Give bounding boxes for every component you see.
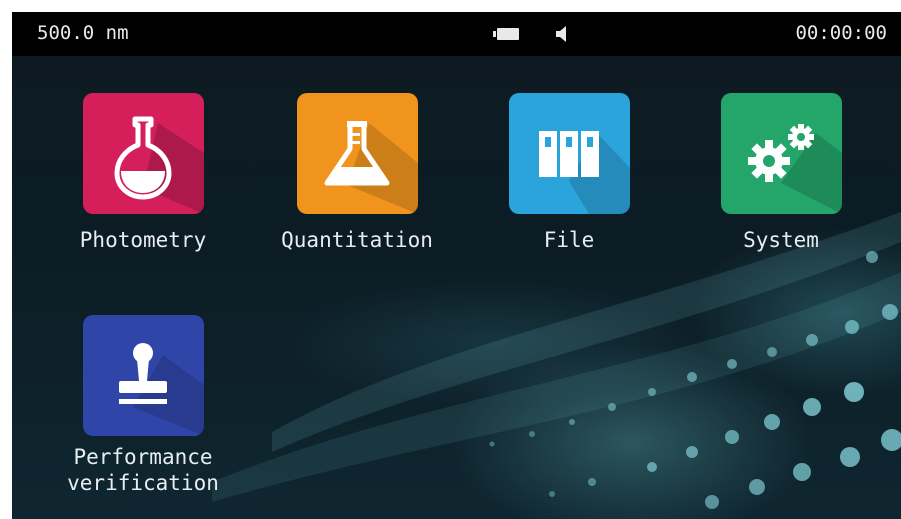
- performance-verification-tile[interactable]: [82, 315, 204, 436]
- app-label-line2: verification: [67, 471, 219, 495]
- app-performance-verification[interactable]: Performance verification: [53, 315, 233, 496]
- beaker-icon: [324, 121, 418, 214]
- app-label: System: [743, 228, 819, 252]
- photometry-tile[interactable]: [82, 93, 204, 214]
- home-screen: 500.0 nm 00:00:00 Photometry Quantitatio…: [12, 12, 901, 519]
- file-tile[interactable]: [508, 93, 630, 214]
- app-label: Performance verification: [53, 444, 233, 496]
- clock: 00:00:00: [795, 22, 887, 44]
- flask-icon: [114, 116, 204, 214]
- battery-icon: [493, 28, 519, 40]
- app-system[interactable]: System: [691, 93, 871, 254]
- app-label: Quantitation: [281, 228, 433, 252]
- app-label-line1: Performance: [73, 445, 213, 469]
- binders-icon: [538, 131, 630, 214]
- app-file[interactable]: File: [479, 93, 659, 254]
- status-bar: 500.0 nm 00:00:00: [12, 12, 901, 56]
- stamp-icon: [118, 343, 204, 436]
- app-label: Photometry: [79, 228, 207, 252]
- app-quantitation[interactable]: Quantitation: [267, 93, 447, 254]
- system-tile[interactable]: [720, 93, 842, 214]
- speaker-icon[interactable]: [552, 24, 572, 44]
- gears-icon: [747, 124, 842, 214]
- app-label: File: [543, 228, 595, 252]
- wavelength-readout: 500.0 nm: [37, 22, 129, 44]
- app-photometry[interactable]: Photometry: [53, 93, 233, 254]
- quantitation-tile[interactable]: [296, 93, 418, 214]
